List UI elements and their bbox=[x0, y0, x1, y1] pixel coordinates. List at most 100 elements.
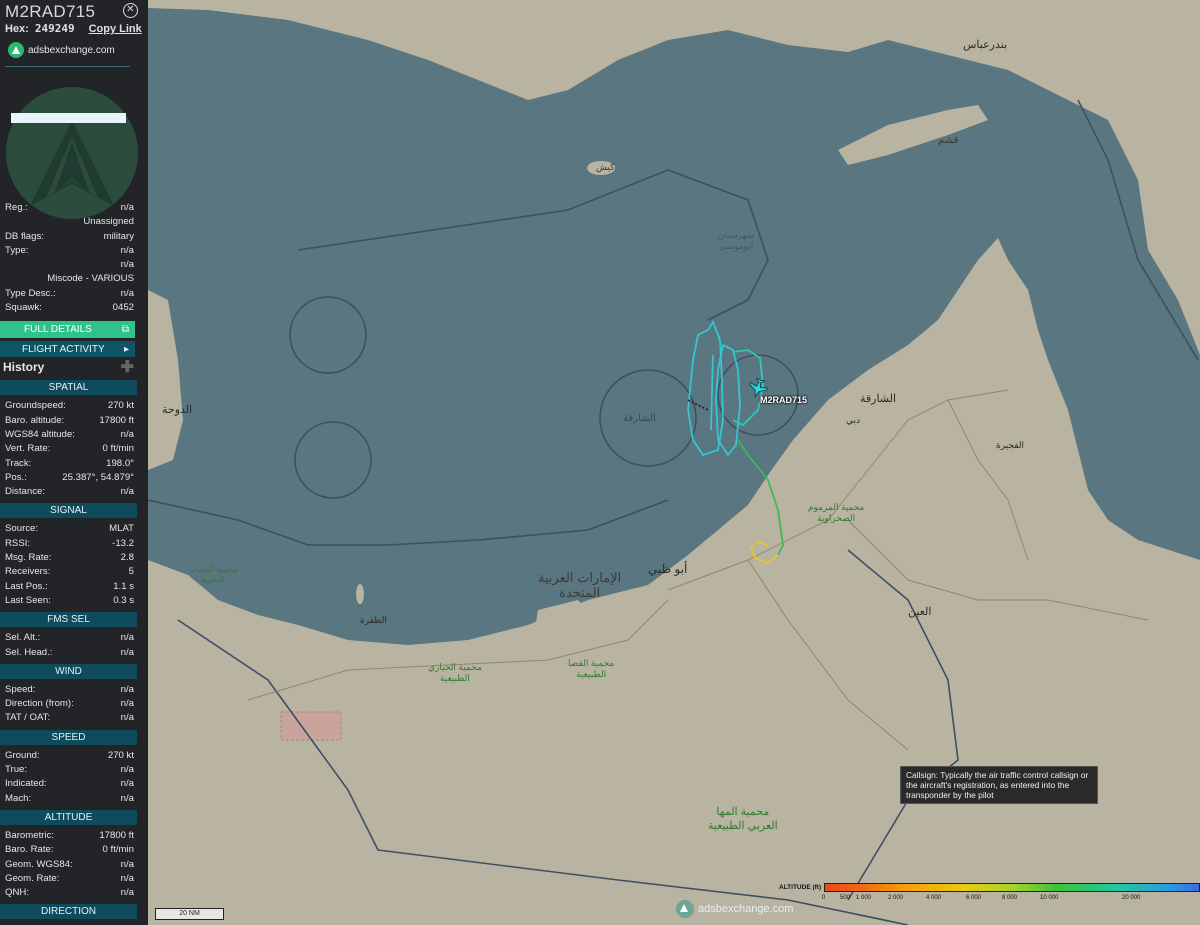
spatial-row-value: 0 ft/min bbox=[102, 443, 134, 455]
fms-row-value: n/a bbox=[120, 632, 134, 644]
altitude-tick-label: 500 bbox=[840, 895, 851, 901]
signal-row: Source: MLAT bbox=[0, 522, 148, 536]
fms-rows: Sel. Alt.: n/a Sel. Head.: n/a bbox=[0, 631, 148, 660]
flight-activity-button[interactable]: FLIGHT ACTIVITY ▸ bbox=[0, 341, 135, 358]
wind-rows: Speed: n/a Direction (from): n/a TAT / OAT: n… bbox=[0, 683, 148, 726]
altitude-tick-label: 2 000 bbox=[888, 895, 904, 901]
altitude-tick-label: 4 000 bbox=[926, 895, 942, 901]
fms-row-label: Sel. Alt.: bbox=[5, 632, 41, 644]
altitude-row: Barometric: 17800 ft bbox=[0, 829, 148, 843]
section-spatial[interactable]: SPATIAL bbox=[0, 380, 137, 396]
map-label-fujairah: الفجيرة bbox=[996, 440, 1025, 450]
speed-row-label: Mach: bbox=[5, 792, 32, 804]
section-wind[interactable]: WIND bbox=[0, 663, 137, 679]
scale-bar: 20 NM bbox=[155, 908, 224, 920]
section-signal[interactable]: SIGNAL bbox=[0, 503, 137, 519]
hex-label: Hex: bbox=[5, 23, 29, 35]
altitude-row-value: 0 ft/min bbox=[102, 844, 134, 856]
signal-row: Receivers: 5 bbox=[0, 565, 148, 579]
speed-row-value: n/a bbox=[120, 764, 134, 776]
altitude-tick-label: 0 bbox=[822, 895, 826, 901]
miscode-row: Miscode - VARIOUS bbox=[47, 273, 134, 285]
altitude-row-value: n/a bbox=[120, 887, 134, 899]
speed-row-label: True: bbox=[5, 764, 28, 776]
map-label-reserve-marmoom: محمية المرموم الصحراوية bbox=[808, 502, 865, 523]
wind-row: TAT / OAT: n/a bbox=[0, 711, 148, 725]
aircraft-silhouette-icon bbox=[30, 120, 114, 206]
altitude-row-value: 17800 ft bbox=[99, 829, 134, 841]
signal-row-label: Msg. Rate: bbox=[5, 552, 52, 564]
altitude-row-label: Geom. WGS84: bbox=[5, 858, 73, 870]
signal-row-label: Receivers: bbox=[5, 566, 51, 578]
spatial-row-label: WGS84 altitude: bbox=[5, 428, 75, 440]
altitude-gradient-bar bbox=[824, 883, 1200, 892]
speed-row-label: Indicated: bbox=[5, 778, 47, 790]
map-label-dhafra: الظفرة bbox=[360, 615, 387, 625]
spatial-row-label: Baro. altitude: bbox=[5, 414, 65, 426]
spatial-row-value: n/a bbox=[120, 486, 134, 498]
section-fms[interactable]: FMS SEL bbox=[0, 612, 137, 628]
wind-row-value: n/a bbox=[120, 698, 134, 710]
altitude-tick-label: 1 000 bbox=[856, 895, 872, 901]
fms-row: Sel. Head.: n/a bbox=[0, 646, 148, 660]
wind-row-value: n/a bbox=[120, 683, 134, 695]
close-icon[interactable]: ✕ bbox=[123, 3, 138, 18]
history-header[interactable]: History ✚ bbox=[0, 357, 148, 376]
speed-row-value: n/a bbox=[120, 792, 134, 804]
speed-row: True: n/a bbox=[0, 763, 148, 777]
spatial-row-value: 25.387°, 54.879° bbox=[62, 471, 134, 483]
section-altitude[interactable]: ALTITUDE bbox=[0, 809, 137, 825]
section-speed[interactable]: SPEED bbox=[0, 729, 137, 745]
spatial-row: Baro. altitude: 17800 ft bbox=[0, 414, 148, 428]
signal-row-label: Source: bbox=[5, 523, 39, 535]
signal-row-value: 5 bbox=[128, 566, 134, 578]
brand-text: adsbexchange.com bbox=[28, 44, 115, 56]
fms-row-label: Sel. Head.: bbox=[5, 646, 53, 658]
spatial-row: Groundspeed: 270 kt bbox=[0, 399, 148, 413]
signal-rows: Source: MLAT RSSI: -13.2 Msg. Rate: 2.8 Receiv… bbox=[0, 522, 148, 608]
full-details-button[interactable]: FULL DETAILS ⧉ bbox=[0, 321, 135, 339]
map-label-sharjah-sea: الشارقة bbox=[623, 413, 656, 424]
spatial-row-label: Distance: bbox=[5, 486, 45, 498]
signal-row: Last Pos.: 1.1 s bbox=[0, 580, 148, 594]
type2-row: n/a bbox=[120, 259, 134, 271]
speed-row-value: 270 kt bbox=[107, 749, 134, 761]
altitude-tick-label: 6 000 bbox=[966, 895, 982, 901]
spatial-row: Track: 198.0° bbox=[0, 457, 148, 471]
aircraft-photo[interactable] bbox=[0, 73, 148, 219]
map-label-alain: العين bbox=[908, 606, 932, 618]
plus-icon[interactable]: ✚ bbox=[121, 357, 134, 377]
speed-row: Mach: n/a bbox=[0, 792, 148, 806]
altitude-legend-title: ALTITUDE (ft) bbox=[779, 884, 822, 891]
wind-row-label: TAT / OAT: bbox=[5, 712, 51, 724]
altitude-row-label: Geom. Rate: bbox=[5, 872, 60, 884]
speed-row: Indicated: n/a bbox=[0, 777, 148, 791]
wind-row: Direction (from): n/a bbox=[0, 697, 148, 711]
speed-rows: Ground: 270 kt True: n/a Indicated: n/a Mach: n… bbox=[0, 749, 148, 806]
spatial-row-value: 270 kt bbox=[107, 400, 134, 412]
copy-link[interactable]: Copy Link bbox=[89, 23, 142, 35]
watermark-logo-icon bbox=[676, 900, 694, 918]
spatial-row: Distance: n/a bbox=[0, 485, 148, 499]
map-label-reserve-maha: محمية المها العربي الطبيعية bbox=[708, 806, 778, 832]
adsb-brand-link[interactable]: adsbexchange.com bbox=[5, 36, 130, 67]
speed-row: Ground: 270 kt bbox=[0, 749, 148, 763]
signal-row: RSSI: -13.2 bbox=[0, 537, 148, 551]
fms-row-value: n/a bbox=[120, 646, 134, 658]
section-direction[interactable]: DIRECTION bbox=[0, 904, 137, 920]
type-row: Type: n/a bbox=[5, 244, 134, 256]
map-label-reserve-houbara: محمية الحباري الطبيعية bbox=[428, 662, 482, 683]
map-label-qeshm: قشم bbox=[938, 135, 959, 146]
hex-line: Hex: 249249 Copy Link bbox=[5, 22, 144, 36]
altitude-row-value: n/a bbox=[120, 872, 134, 884]
wind-row-label: Speed: bbox=[5, 683, 36, 695]
dbflags-row: DB flags: military bbox=[5, 230, 134, 242]
signal-row: Last Seen: 0.3 s bbox=[0, 594, 148, 608]
callsign-tooltip: Callsign: Typically the air traffic cont… bbox=[900, 766, 1098, 804]
speed-row-value: n/a bbox=[120, 778, 134, 790]
signal-row-label: RSSI: bbox=[5, 537, 31, 549]
aircraft-map-label[interactable]: M2RAD715 bbox=[760, 395, 807, 405]
spatial-row-value: 17800 ft bbox=[99, 414, 134, 426]
map-view[interactable]: M2RAD715 الإمارات العربية المتحدة أبو ظب… bbox=[148, 0, 1200, 925]
altitude-tick-label: 10 000 bbox=[1040, 895, 1059, 901]
